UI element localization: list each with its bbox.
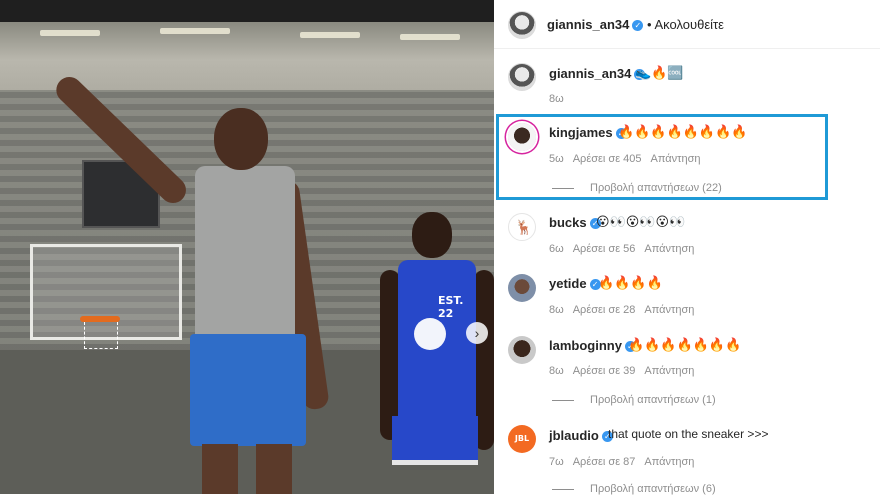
- player-grey-shirt: [195, 166, 295, 346]
- comment-username[interactable]: lamboginny ✓: [549, 338, 636, 353]
- comment-time: 6ω: [549, 243, 564, 255]
- next-photo-button[interactable]: ›: [466, 322, 488, 344]
- bucks-logo-icon: 🦌: [515, 219, 533, 235]
- ceiling-light: [40, 30, 100, 36]
- comment-text: 🔥🔥🔥🔥🔥🔥🔥🔥: [618, 124, 748, 139]
- post-header: giannis_an34 ✓ • Ακολουθείτε: [494, 0, 880, 49]
- likes-count[interactable]: Αρέσει σε 39: [573, 365, 636, 377]
- caption-time: 8ω: [549, 93, 564, 105]
- chevron-right-icon: ›: [474, 325, 480, 341]
- reply-button[interactable]: Απάντηση: [644, 365, 694, 377]
- comment-time: 5ω: [549, 153, 564, 165]
- view-replies-label: Προβολή απαντήσεων (22): [590, 182, 722, 194]
- following-button[interactable]: • Ακολουθείτε: [647, 17, 724, 32]
- caption-username-text: giannis_an34: [549, 66, 632, 81]
- player-head: [214, 108, 268, 170]
- header-username[interactable]: giannis_an34 ✓: [547, 17, 644, 32]
- caption-username[interactable]: giannis_an34 ✓: [549, 66, 646, 81]
- comment-text: that quote on the sneaker >>>: [608, 427, 769, 441]
- reply-button[interactable]: Απάντηση: [644, 304, 694, 316]
- ceiling-light: [400, 34, 460, 40]
- comment-meta: 8ω Αρέσει σε 28 Απάντηση: [549, 304, 703, 316]
- comment-meta: 7ω Αρέσει σε 87 Απάντηση: [549, 456, 703, 468]
- comment-meta: 6ω Αρέσει σε 56 Απάντηση: [549, 243, 703, 255]
- player2-shorts: [392, 416, 478, 465]
- comments-panel: giannis_an34 ✓ • Ακολουθείτε giannis_an34…: [494, 0, 880, 495]
- likes-count[interactable]: Αρέσει σε 56: [573, 243, 636, 255]
- post-photo: EST. 22 ›: [0, 0, 494, 494]
- player2-arm: [380, 270, 400, 440]
- player-blue-shorts: [190, 334, 306, 446]
- photo-top-bar: [0, 0, 494, 22]
- likes-count[interactable]: Αρέσει σε 28: [573, 304, 636, 316]
- comment-username-text: bucks: [549, 215, 587, 230]
- replies-line: [552, 187, 574, 189]
- jbl-logo-icon: JBL: [514, 434, 530, 443]
- replies-line: [552, 399, 574, 401]
- avatar[interactable]: [508, 63, 536, 91]
- view-replies-label: Προβολή απαντήσεων (6): [590, 483, 716, 495]
- comment-username-text: jblaudio: [549, 428, 599, 443]
- comment-username[interactable]: jblaudio ✓: [549, 428, 613, 443]
- comment-time: 7ω: [549, 456, 564, 468]
- view-replies-button[interactable]: Προβολή απαντήσεων (1): [552, 394, 716, 406]
- comment-time: 8ω: [549, 365, 564, 377]
- ceiling-light: [160, 28, 230, 34]
- comment-meta: 5ω Αρέσει σε 405 Απάντηση: [549, 153, 710, 165]
- view-replies-label: Προβολή απαντήσεων (1): [590, 394, 716, 406]
- replies-line: [552, 488, 574, 490]
- likes-count[interactable]: Αρέσει σε 405: [573, 153, 642, 165]
- comment-username-text: kingjames: [549, 125, 613, 140]
- verified-badge-icon: ✓: [632, 20, 644, 31]
- reply-button[interactable]: Απάντηση: [651, 153, 701, 165]
- ceiling-light: [300, 32, 360, 38]
- jersey-number-value: 22: [438, 307, 454, 320]
- jersey-number: EST. 22: [438, 294, 463, 320]
- reply-button[interactable]: Απάντηση: [644, 456, 694, 468]
- comment-meta: 8ω Αρέσει σε 39 Απάντηση: [549, 365, 703, 377]
- comment-text: 🔥🔥🔥🔥: [598, 275, 663, 290]
- comment-username[interactable]: kingjames ✓: [549, 125, 627, 140]
- comment-username[interactable]: bucks ✓: [549, 215, 601, 230]
- avatar[interactable]: [508, 336, 536, 364]
- avatar[interactable]: [508, 11, 536, 39]
- player-legs: [202, 444, 292, 494]
- view-replies-button[interactable]: Προβολή απαντήσεων (6): [552, 483, 716, 495]
- avatar[interactable]: 🦌: [508, 213, 536, 241]
- avatar[interactable]: JBL: [508, 425, 536, 453]
- comment-time: 8ω: [549, 304, 564, 316]
- comment-username-text: lamboginny: [549, 338, 622, 353]
- avatar[interactable]: [508, 123, 536, 151]
- jersey-logo-icon: [414, 318, 446, 350]
- basketball-net: [84, 322, 118, 349]
- header-username-text: giannis_an34: [547, 17, 630, 32]
- comment-username[interactable]: yetide ✓: [549, 276, 601, 291]
- comment-text: 🔥🔥🔥🔥🔥🔥🔥: [628, 337, 742, 352]
- jersey-text: EST.: [438, 294, 464, 307]
- avatar[interactable]: [508, 274, 536, 302]
- comment-text: 😮👀😮👀😮👀: [596, 214, 686, 229]
- player2-head: [412, 212, 452, 258]
- caption-text: 👟🔥🆒: [635, 65, 684, 80]
- likes-count[interactable]: Αρέσει σε 87: [573, 456, 636, 468]
- comment-username-text: yetide: [549, 276, 587, 291]
- view-replies-button[interactable]: Προβολή απαντήσεων (22): [552, 182, 722, 194]
- reply-button[interactable]: Απάντηση: [644, 243, 694, 255]
